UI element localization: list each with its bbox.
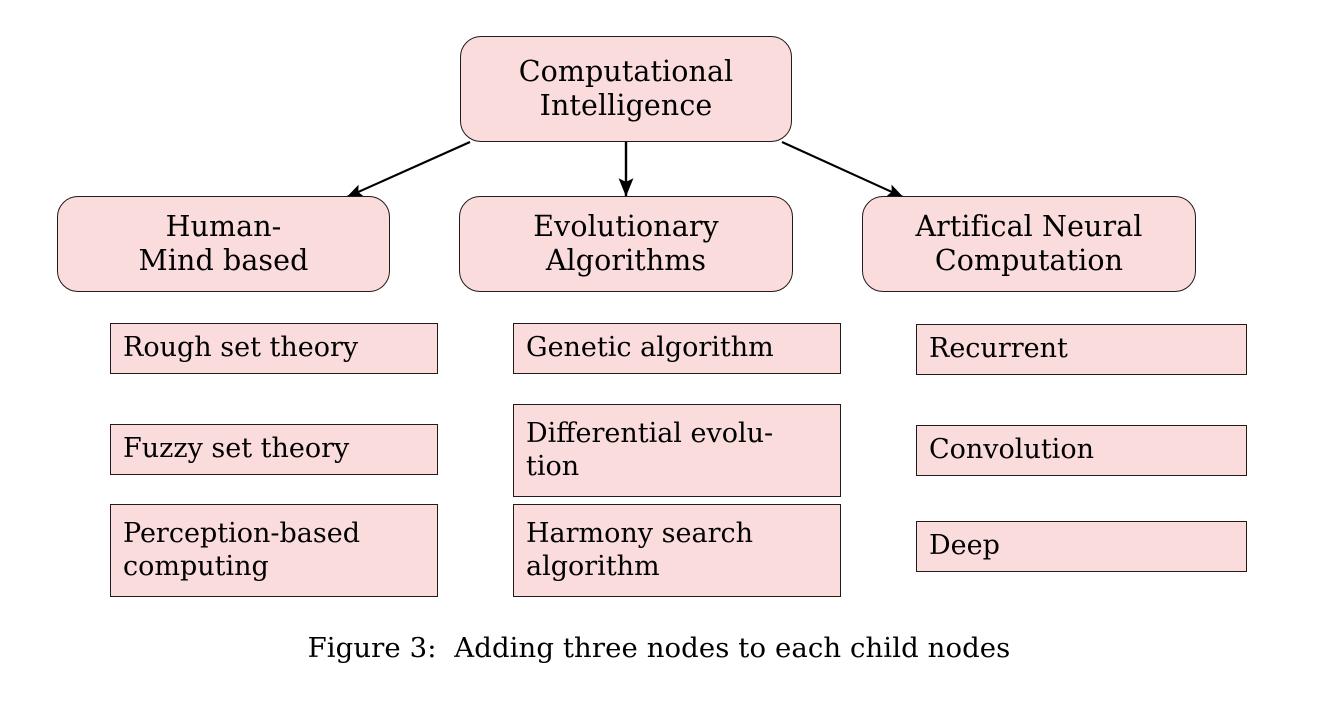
figure-container: Computational Intelligence Human- Mind b… [0,0,1318,710]
node-root[interactable]: Computational Intelligence [460,36,792,142]
node-branch-evolutionary[interactable]: Evolutionary Algorithms [459,196,793,292]
leaf-recurrent-line1: Recurrent [929,333,1068,365]
node-branch-neural[interactable]: Artifical Neural Computation [862,196,1196,292]
edge-root-to-human-mind [346,141,471,198]
leaf-harmony-search-algorithm-line2: algorithm [526,550,660,582]
node-branch-human-mind-line2: Mind based [138,244,309,277]
leaf-recurrent[interactable]: Recurrent [916,324,1247,375]
leaf-deep[interactable]: Deep [916,521,1247,572]
leaf-differential-evolution-line2: tion [526,450,580,482]
leaf-differential-evolution[interactable]: Differential evolu- tion [513,404,841,497]
node-branch-neural-line1: Artifical Neural [915,210,1143,244]
leaf-harmony-search-algorithm-line1: Harmony search [526,518,753,550]
leaf-rough-set-theory[interactable]: Rough set theory [110,323,438,374]
leaf-deep-line1: Deep [929,530,1000,562]
leaf-convolution-line1: Convolution [929,434,1094,466]
leaf-convolution[interactable]: Convolution [916,425,1247,476]
node-branch-neural-line2: Computation [934,244,1124,277]
node-branch-human-mind[interactable]: Human- Mind based [57,196,390,292]
node-root-line1: Computational [518,55,734,89]
leaf-genetic-algorithm[interactable]: Genetic algorithm [513,323,841,374]
leaf-perception-based-computing-line1: Perception-based [123,518,360,550]
leaf-genetic-algorithm-line1: Genetic algorithm [526,332,774,364]
leaf-perception-based-computing-line2: computing [123,550,269,582]
leaf-rough-set-theory-line1: Rough set theory [123,332,359,364]
node-branch-evolutionary-line2: Algorithms [545,244,707,277]
leaf-harmony-search-algorithm[interactable]: Harmony search algorithm [513,504,841,597]
node-root-line2: Intelligence [539,89,713,122]
leaf-fuzzy-set-theory[interactable]: Fuzzy set theory [110,424,438,475]
figure-caption: Figure 3: Adding three nodes to each chi… [307,632,1011,664]
node-branch-human-mind-line1: Human- [165,210,282,244]
node-branch-evolutionary-line1: Evolutionary [533,210,719,244]
leaf-fuzzy-set-theory-line1: Fuzzy set theory [123,433,350,465]
edge-root-to-neural [781,141,904,198]
leaf-differential-evolution-line1: Differential evolu- [526,418,774,450]
leaf-perception-based-computing[interactable]: Perception-based computing [110,504,438,597]
